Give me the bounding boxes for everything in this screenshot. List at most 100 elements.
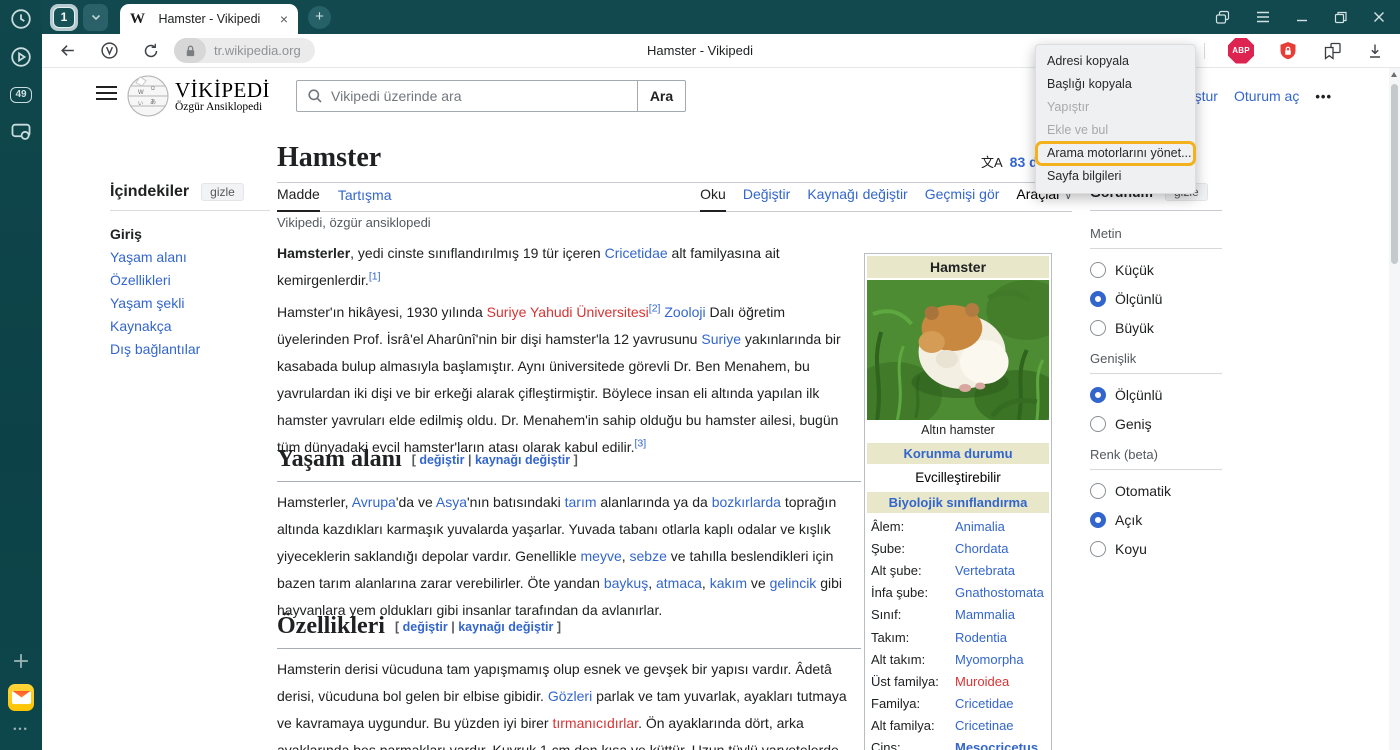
svg-text:い: い — [138, 101, 143, 107]
features-paragraph: Hamsterin derisi vücuduna tam yapışmamış… — [277, 656, 861, 750]
scrollbar — [1389, 68, 1400, 750]
image-caption: Altın hamster — [867, 420, 1049, 443]
radio-kucuk[interactable]: Küçük — [1090, 262, 1222, 278]
menu-item-arama-motorlarini-yonet[interactable]: Arama motorlarını yönet... — [1036, 142, 1195, 165]
habitat-paragraph: Hamsterler, Avrupa'da ve Asya'nın batısı… — [277, 489, 861, 624]
browser-menu-icon[interactable] — [1255, 10, 1271, 24]
scrollbar-thumb[interactable] — [1391, 84, 1398, 264]
download-icon[interactable] — [1366, 42, 1384, 60]
menu-item-sayfa-bilgileri[interactable]: Sayfa bilgileri — [1036, 165, 1195, 188]
history-icon[interactable] — [8, 6, 34, 32]
toc-item-dis-baglantilar[interactable]: Dış bağlantılar — [110, 338, 270, 361]
view-degistir[interactable]: Değiştir — [743, 186, 790, 211]
new-tab-button[interactable]: + — [308, 6, 331, 29]
radio-icon-selected[interactable] — [1090, 387, 1106, 403]
close-tab-icon[interactable]: × — [274, 11, 288, 27]
browser-toolbar: tr.wikipedia.org Hamster - Vikipedi ⋮ AB… — [42, 34, 1400, 68]
classification-header[interactable]: Biyolojik sınıflandırma — [867, 492, 1049, 513]
radio-icon[interactable] — [1090, 320, 1106, 336]
radio-koyu[interactable]: Koyu — [1090, 541, 1222, 557]
wikipedia-favicon: W — [130, 11, 145, 28]
address-bar[interactable]: tr.wikipedia.org — [174, 38, 315, 63]
radio-icon[interactable] — [1090, 262, 1106, 278]
menu-item-adresi-kopyala[interactable]: Adresi kopyala — [1036, 50, 1195, 73]
refresh-icon[interactable] — [142, 42, 160, 60]
collections-icon[interactable] — [1322, 41, 1343, 61]
v-protect-icon[interactable] — [100, 41, 119, 60]
tab-group-button[interactable]: 1 — [50, 4, 78, 31]
active-tab[interactable]: W Hamster - Vikipedi × — [120, 4, 298, 34]
radio-otomatik[interactable]: Otomatik — [1090, 483, 1222, 499]
shield-lock-icon[interactable] — [1277, 40, 1299, 62]
toc-hide-button[interactable]: gizle — [201, 183, 244, 201]
tab-title: Hamster - Vikipedi — [145, 12, 274, 26]
edit-links[interactable]: [ değiştir | kaynağı değiştir ] — [395, 620, 561, 634]
tab-tartisma[interactable]: Tartışma — [338, 187, 392, 211]
menu-item-basligi-kopyala[interactable]: Başlığı kopyala — [1036, 73, 1195, 96]
view-gecmisi-gor[interactable]: Geçmişi gör — [925, 186, 1000, 211]
lock-icon[interactable] — [174, 38, 206, 63]
table-row: Alt takım:Myomorpha — [867, 648, 1049, 670]
radio-buyuk[interactable]: Büyük — [1090, 320, 1222, 336]
radio-icon[interactable] — [1090, 483, 1106, 499]
radio-olcunlu-genislik[interactable]: Ölçünlü — [1090, 387, 1222, 403]
back-icon[interactable] — [58, 41, 77, 60]
radio-icon[interactable] — [1090, 416, 1106, 432]
minimize-icon[interactable] — [1295, 10, 1309, 24]
tab-group-count: 1 — [53, 7, 75, 28]
group-label-genislik: Genişlik — [1090, 351, 1222, 374]
heading-yasam-alani: Yaşam alanı[ değiştir | kaynağı değiştir… — [277, 446, 578, 473]
sidebar-more-icon[interactable]: ••• — [8, 716, 34, 742]
wikipedia-page: WΩあい Vİkİpedİ Özgür Ansiklopedi Ara Hesa… — [42, 68, 1400, 750]
restore-icon[interactable] — [1333, 10, 1348, 25]
toc-item-yasam-alani[interactable]: Yaşam alanı — [110, 246, 270, 269]
wiki-subtitle-text: Özgür Ansiklopedi — [175, 101, 270, 113]
toc-item-giris[interactable]: Giriş — [110, 223, 270, 246]
close-window-icon[interactable] — [1372, 10, 1386, 24]
radio-icon-selected[interactable] — [1090, 291, 1106, 307]
search-input[interactable] — [331, 88, 637, 104]
title-rule — [277, 182, 1072, 183]
play-media-icon[interactable] — [8, 44, 34, 70]
taxobox: Hamster — [864, 253, 1052, 750]
svg-text:W: W — [138, 90, 144, 96]
infobox-title: Hamster — [867, 256, 1049, 278]
tab-group-chevron-icon[interactable] — [83, 4, 108, 31]
page-title-center: Hamster - Vikipedi — [647, 43, 753, 58]
search-submit-button[interactable]: Ara — [637, 81, 685, 111]
view-oku[interactable]: Oku — [700, 186, 726, 212]
add-panel-icon[interactable] — [8, 648, 34, 674]
toc-item-ozellikleri[interactable]: Özellikleri — [110, 269, 270, 292]
screen-share-icon[interactable] — [8, 118, 34, 144]
toc-item-kaynakca[interactable]: Kaynakça — [110, 315, 270, 338]
radio-icon[interactable] — [1090, 541, 1106, 557]
status-value: Evcilleştirebilir — [867, 466, 1049, 492]
status-header[interactable]: Korunma durumu — [867, 443, 1049, 464]
wiki-wordmark[interactable]: Vİkİpedİ Özgür Ansiklopedi — [175, 79, 270, 113]
edit-links[interactable]: [ değiştir | kaynağı değiştir ] — [412, 453, 578, 467]
article-tagline: Vikipedi, özgür ansiklopedi — [277, 215, 431, 230]
wikipedia-logo[interactable]: WΩあい — [126, 74, 170, 123]
radio-genis[interactable]: Geniş — [1090, 416, 1222, 432]
toc-title: İçindekiler — [110, 183, 189, 201]
radio-icon-selected[interactable] — [1090, 512, 1106, 528]
tab-counter-badge[interactable]: 49 — [8, 82, 34, 108]
tab-madde[interactable]: Madde — [277, 186, 320, 212]
adblock-plus-icon[interactable]: ABP — [1228, 38, 1254, 64]
radio-olcunlu-metin[interactable]: Ölçünlü — [1090, 291, 1222, 307]
sign-in-link[interactable]: Oturum aç — [1234, 88, 1299, 104]
radio-acik[interactable]: Açık — [1090, 512, 1222, 528]
table-row: Âlem:Animalia — [867, 515, 1049, 537]
wiki-title-text: Vİkİpedİ — [175, 79, 270, 101]
translate-icon: 文A — [981, 152, 1003, 171]
tab-strip: 1 W Hamster - Vikipedi × + — [42, 0, 1400, 34]
scroll-up-arrow[interactable] — [1391, 72, 1397, 77]
wiki-menu-icon[interactable] — [96, 86, 117, 100]
hamster-photo[interactable] — [867, 280, 1049, 420]
table-row: Cins:Mesocricetus — [867, 737, 1049, 750]
toc-item-yasam-sekli[interactable]: Yaşam şekli — [110, 292, 270, 315]
yandex-mail-icon[interactable] — [8, 684, 34, 710]
view-kaynagi-degistir[interactable]: Kaynağı değiştir — [807, 186, 907, 211]
personal-more-icon[interactable]: ••• — [1315, 89, 1332, 104]
side-panel-icon[interactable] — [1214, 9, 1231, 26]
